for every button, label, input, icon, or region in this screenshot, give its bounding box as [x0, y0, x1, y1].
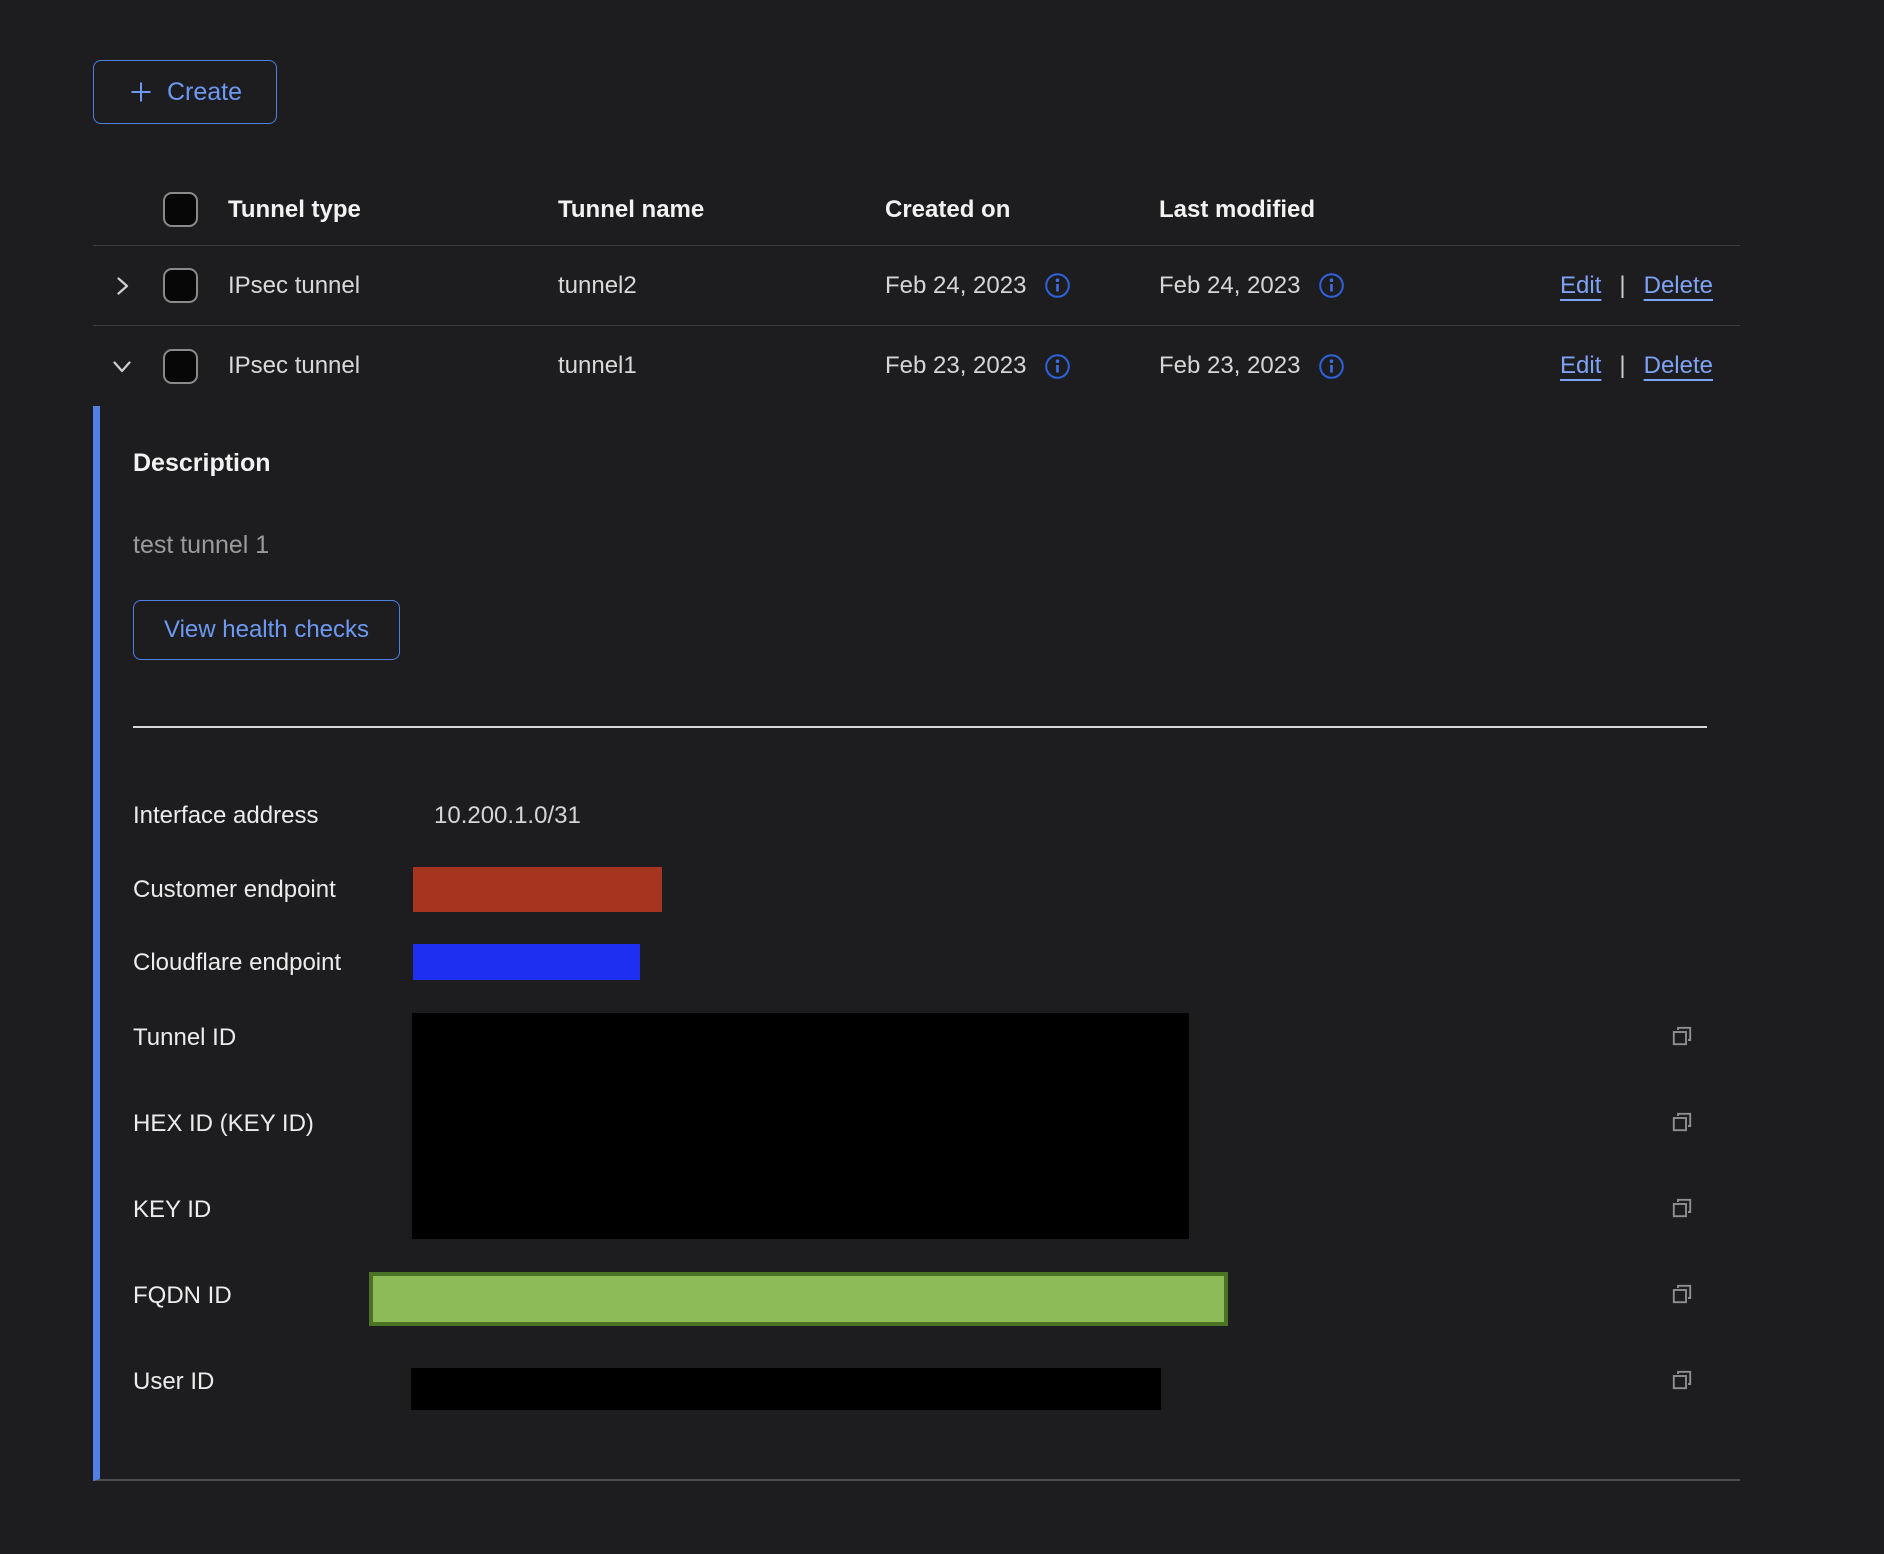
last-modified-value: Feb 24, 2023	[1159, 272, 1300, 300]
created-on-value: Feb 23, 2023	[885, 352, 1026, 380]
tunnel-id-label: Tunnel ID	[133, 1023, 236, 1053]
create-button[interactable]: Create	[93, 60, 277, 124]
select-all-checkbox[interactable]	[163, 192, 198, 227]
chevron-right-icon[interactable]	[108, 272, 136, 300]
tunnels-page: Create Tunnel type Tunnel name Created o…	[93, 60, 1740, 1481]
action-separator: |	[1619, 352, 1625, 380]
info-icon[interactable]	[1318, 272, 1345, 299]
chevron-down-icon[interactable]	[108, 352, 136, 380]
hex-id-label: HEX ID (KEY ID)	[133, 1109, 314, 1139]
header-tunnel-type: Tunnel type	[228, 196, 558, 224]
edit-link[interactable]: Edit	[1560, 272, 1601, 300]
last-modified-value: Feb 23, 2023	[1159, 352, 1300, 380]
description-label: Description	[133, 448, 1740, 478]
header-created-on: Created on	[885, 196, 1159, 224]
copy-icon[interactable]	[1669, 1195, 1695, 1221]
user-id-redaction	[411, 1368, 1161, 1410]
copy-icon[interactable]	[1669, 1023, 1695, 1049]
tunnel-type-cell: IPsec tunnel	[228, 352, 558, 380]
edit-link[interactable]: Edit	[1560, 352, 1601, 380]
key-id-label: KEY ID	[133, 1195, 211, 1225]
plus-icon	[128, 79, 154, 105]
tunnel-type-cell: IPsec tunnel	[228, 272, 558, 300]
tunnel-detail-fields: Interface address Customer endpoint Clou…	[133, 728, 1740, 1476]
customer-endpoint-label: Customer endpoint	[133, 875, 336, 905]
customer-endpoint-redaction	[413, 867, 662, 912]
row-checkbox[interactable]	[163, 268, 198, 303]
table-row: IPsec tunnel tunnel2 Feb 24, 2023 Feb 24…	[93, 246, 1740, 326]
row-checkbox[interactable]	[163, 349, 198, 384]
info-icon[interactable]	[1044, 353, 1071, 380]
interface-address-value: 10.200.1.0/31	[434, 801, 581, 831]
table-header-row: Tunnel type Tunnel name Created on Last …	[93, 174, 1740, 246]
delete-link[interactable]: Delete	[1644, 352, 1713, 380]
header-tunnel-name: Tunnel name	[558, 196, 885, 224]
action-separator: |	[1619, 272, 1625, 300]
copy-icon[interactable]	[1669, 1281, 1695, 1307]
table-row: IPsec tunnel tunnel1 Feb 23, 2023 Feb 23…	[93, 326, 1740, 406]
create-button-label: Create	[167, 78, 242, 107]
tunnel-id-group-redaction	[412, 1013, 1189, 1239]
info-icon[interactable]	[1044, 272, 1071, 299]
interface-address-label: Interface address	[133, 801, 318, 831]
info-icon[interactable]	[1318, 353, 1345, 380]
fqdn-id-redaction	[369, 1272, 1228, 1326]
select-all-cell	[146, 192, 228, 227]
expanded-tunnel-details: Description test tunnel 1 View health ch…	[93, 406, 1740, 1481]
copy-icon[interactable]	[1669, 1367, 1695, 1393]
cloudflare-endpoint-label: Cloudflare endpoint	[133, 948, 341, 978]
cloudflare-endpoint-redaction	[413, 944, 640, 980]
created-on-value: Feb 24, 2023	[885, 272, 1026, 300]
header-last-modified: Last modified	[1159, 196, 1540, 224]
delete-link[interactable]: Delete	[1644, 272, 1713, 300]
view-health-checks-label: View health checks	[164, 616, 369, 644]
fqdn-id-label: FQDN ID	[133, 1281, 232, 1311]
description-value: test tunnel 1	[133, 530, 1740, 560]
tunnel-name-cell: tunnel2	[558, 272, 885, 300]
tunnels-table: Tunnel type Tunnel name Created on Last …	[93, 174, 1740, 1481]
view-health-checks-button[interactable]: View health checks	[133, 600, 400, 660]
tunnel-name-cell: tunnel1	[558, 352, 885, 380]
copy-icon[interactable]	[1669, 1109, 1695, 1135]
user-id-label: User ID	[133, 1367, 214, 1397]
